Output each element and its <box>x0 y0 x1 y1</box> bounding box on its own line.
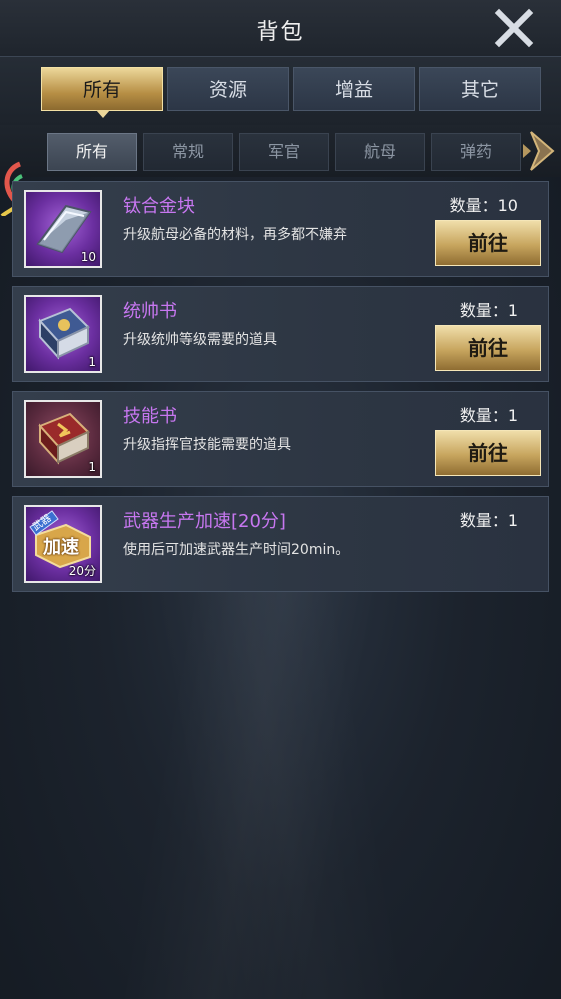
list-item[interactable]: 10 钛合金块 升级航母必备的材料，再多都不嫌弃 数量：10 前往 <box>12 181 549 277</box>
tab-all[interactable]: 所有 <box>41 67 163 118</box>
item-quantity: 数量：1 <box>459 301 518 320</box>
go-button[interactable]: 前往 <box>435 325 541 371</box>
close-button[interactable] <box>494 8 534 48</box>
item-description: 升级统帅等级需要的道具 <box>123 332 277 348</box>
item-name: 技能书 <box>123 406 177 427</box>
subtab-label: 弹药 <box>459 142 492 161</box>
list-item[interactable]: 1 统帅书 升级统帅等级需要的道具 数量：1 前往 <box>12 286 549 382</box>
go-button[interactable]: 前往 <box>435 220 541 266</box>
subtab-label: 所有 <box>75 142 108 161</box>
subtab-label: 航母 <box>363 142 396 161</box>
tab-buffs[interactable]: 增益 <box>293 67 415 111</box>
background-rays <box>0 590 561 999</box>
item-quantity: 数量：10 <box>449 196 518 215</box>
tab-label: 其它 <box>460 79 499 101</box>
subtab-general[interactable]: 常规 <box>143 133 233 171</box>
subtab-officer[interactable]: 军官 <box>239 133 329 171</box>
go-button[interactable]: 前往 <box>435 430 541 476</box>
subtab-label: 常规 <box>171 142 204 161</box>
close-icon <box>494 8 534 48</box>
tab-label: 增益 <box>334 79 373 101</box>
item-quantity: 数量：1 <box>459 511 518 530</box>
page-title: 背包 <box>256 20 305 45</box>
item-quantity: 数量：1 <box>459 406 518 425</box>
item-count: 10 <box>80 250 96 264</box>
tab-label: 资源 <box>208 79 247 101</box>
item-name: 武器生产加速[20分] <box>123 511 286 532</box>
item-name: 统帅书 <box>123 301 177 322</box>
item-count: 1 <box>88 460 96 474</box>
item-description: 升级指挥官技能需要的道具 <box>123 437 291 453</box>
subtab-all[interactable]: 所有 <box>47 133 137 171</box>
item-description: 使用后可加速武器生产时间20min。 <box>123 542 350 558</box>
active-tab-indicator <box>96 110 110 118</box>
subtab-ammo[interactable]: 弹药 <box>431 133 521 171</box>
list-item[interactable]: 武器 加速 20分 武器生产加速[20分] 使用后可加速武器生产时间20min。… <box>12 496 549 592</box>
item-icon-frame[interactable]: 武器 加速 20分 <box>24 505 102 583</box>
category-tabs: 所有 资源 增益 其它 <box>0 57 561 125</box>
item-icon-frame[interactable]: 1 <box>24 295 102 373</box>
item-description: 升级航母必备的材料，再多都不嫌弃 <box>123 227 347 243</box>
subtab-carrier[interactable]: 航母 <box>335 133 425 171</box>
tab-others[interactable]: 其它 <box>419 67 541 111</box>
item-icon-frame[interactable]: 1 <box>24 400 102 478</box>
header-bar: 背包 <box>0 0 561 57</box>
subcategory-tabs: 所有 常规 军官 航母 弹药 <box>0 125 561 177</box>
chevron-right-icon <box>523 131 555 171</box>
item-count: 1 <box>88 355 96 369</box>
tab-label: 所有 <box>82 79 121 101</box>
subtab-label: 军官 <box>267 142 300 161</box>
item-count: 20分 <box>68 564 96 578</box>
tab-resources[interactable]: 资源 <box>167 67 289 111</box>
list-item[interactable]: 1 技能书 升级指挥官技能需要的道具 数量：1 前往 <box>12 391 549 487</box>
speedup-label: 加速 <box>43 537 79 558</box>
item-name: 钛合金块 <box>123 196 195 217</box>
scroll-right-button[interactable] <box>521 128 561 174</box>
item-icon-frame[interactable]: 10 <box>24 190 102 268</box>
